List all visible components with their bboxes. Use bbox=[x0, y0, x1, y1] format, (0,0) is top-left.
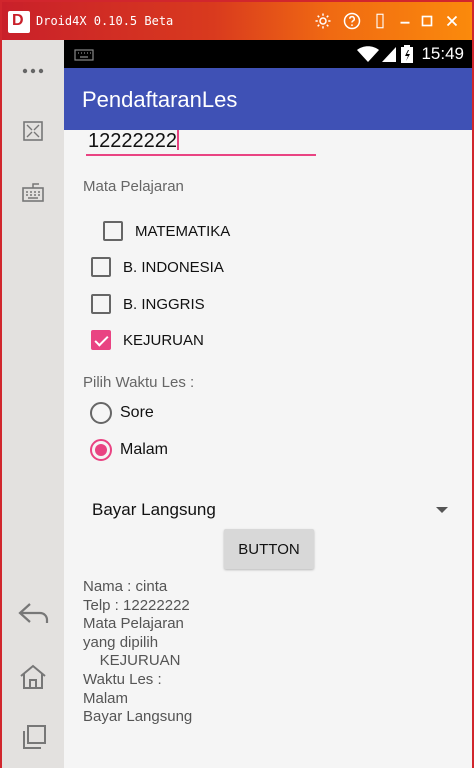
result-line: Nama : cinta bbox=[83, 578, 168, 595]
phone-input[interactable]: 12222222 bbox=[86, 130, 316, 156]
signal-icon bbox=[382, 47, 396, 62]
fullscreen-icon[interactable] bbox=[14, 112, 52, 150]
droid4x-logo bbox=[8, 11, 30, 33]
wifi-icon bbox=[357, 46, 379, 62]
time-radio-sore[interactable]: Sore bbox=[90, 400, 154, 426]
app-title: PendaftaranLes bbox=[82, 87, 238, 112]
time-label: Pilih Waktu Les : bbox=[83, 374, 195, 391]
status-time: 15:49 bbox=[421, 44, 464, 63]
maximize-icon[interactable] bbox=[414, 8, 440, 34]
close-icon[interactable] bbox=[439, 8, 465, 34]
more-icon[interactable] bbox=[14, 52, 52, 90]
payment-spinner[interactable]: Bayar Langsung bbox=[82, 495, 454, 525]
text-caret bbox=[176, 130, 179, 150]
checkbox-box[interactable] bbox=[103, 221, 123, 241]
status-bar: 15:49 bbox=[64, 40, 472, 68]
emulator-window: Droid4X 0.10.5 Beta bbox=[0, 0, 474, 768]
radio-label: Malam bbox=[120, 441, 169, 458]
checkbox-label: B. INGGRIS bbox=[123, 295, 205, 313]
window-title: Droid4X 0.10.5 Beta bbox=[36, 14, 174, 28]
android-screen: 15:49 PendaftaranLes 12222222 Mata Pelaj… bbox=[64, 40, 472, 768]
home-icon[interactable] bbox=[14, 658, 52, 696]
spinner-selected-value: Bayar Langsung bbox=[92, 500, 216, 519]
help-icon[interactable] bbox=[339, 8, 365, 34]
emulator-sidebar bbox=[2, 40, 64, 768]
subject-checkbox-inggris[interactable]: B. INGGRIS bbox=[91, 291, 205, 317]
checkbox-label: B. INDONESIA bbox=[123, 258, 224, 276]
result-line: yang dipilih bbox=[83, 633, 159, 651]
result-text: Nama : cinta Telp : 12222222 Mata Pelajara… bbox=[83, 578, 192, 727]
phone-input-value: 12222222 bbox=[88, 130, 177, 152]
result-line: Mata Pelajaran bbox=[83, 615, 184, 633]
result-line: KEJURUAN bbox=[83, 652, 181, 670]
checkbox-box[interactable] bbox=[91, 294, 111, 314]
app-bar: PendaftaranLes bbox=[64, 68, 472, 130]
result-line: Bayar Langsung bbox=[83, 708, 193, 726]
battery-icon bbox=[401, 45, 413, 63]
checkbox-box[interactable] bbox=[91, 257, 111, 277]
keyboard-icon bbox=[74, 49, 94, 61]
window-titlebar[interactable]: Droid4X 0.10.5 Beta bbox=[2, 2, 472, 40]
subject-checkbox-matematika[interactable]: MATEMATIKA bbox=[103, 218, 230, 244]
subject-checkbox-indonesia[interactable]: B. INDONESIA bbox=[91, 254, 224, 280]
back-icon[interactable] bbox=[14, 594, 52, 632]
keyboard-icon[interactable] bbox=[14, 174, 52, 212]
checkbox-box-checked[interactable] bbox=[91, 330, 111, 350]
submit-button[interactable]: BUTTON bbox=[224, 529, 314, 569]
radio-button[interactable] bbox=[90, 402, 112, 424]
recents-icon[interactable] bbox=[14, 718, 52, 756]
result-line: Waktu Les : bbox=[83, 670, 162, 688]
checkbox-label: KEJURUAN bbox=[123, 331, 204, 349]
checkbox-label: MATEMATIKA bbox=[135, 222, 231, 240]
radio-button-checked[interactable] bbox=[90, 439, 112, 461]
time-radio-malam[interactable]: Malam bbox=[90, 437, 168, 463]
radio-label: Sore bbox=[120, 404, 154, 421]
restore-icon[interactable] bbox=[367, 8, 393, 34]
subjects-label: Mata Pelajaran bbox=[83, 178, 184, 195]
result-line: Telp : 12222222 bbox=[83, 596, 190, 614]
dropdown-arrow-icon[interactable] bbox=[436, 507, 448, 513]
subject-checkbox-kejuruan[interactable]: KEJURUAN bbox=[91, 327, 204, 353]
settings-icon[interactable] bbox=[310, 8, 336, 34]
result-line: Malam bbox=[83, 689, 129, 707]
